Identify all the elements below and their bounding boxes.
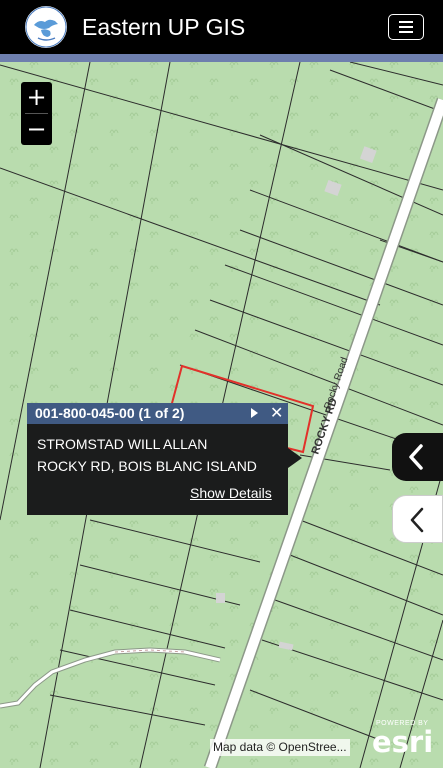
hamburger-menu-button[interactable] — [388, 14, 424, 40]
chevron-left-icon — [409, 444, 423, 470]
building-footprint — [216, 593, 225, 603]
menu-bar — [399, 21, 413, 23]
app-header: Eastern UP GIS — [0, 0, 443, 54]
zoom-control: + − — [21, 82, 52, 145]
zoom-out-button[interactable]: − — [21, 114, 52, 145]
panel-toggle-dark[interactable] — [392, 433, 443, 481]
esri-logo: POWERED BY esri — [372, 719, 434, 759]
regional-seal-logo — [25, 6, 67, 48]
owner-name: STROMSTAD WILL ALLAN — [37, 436, 208, 452]
popup-title: 001-800-045-00 (1 of 2) — [35, 405, 185, 421]
header-divider — [0, 54, 443, 62]
map-attribution[interactable]: Map data © OpenStree... — [210, 739, 350, 756]
zoom-in-button[interactable]: + — [21, 82, 52, 113]
next-feature-icon[interactable] — [251, 408, 258, 418]
menu-bar — [399, 26, 413, 28]
close-icon[interactable]: ✕ — [270, 403, 283, 422]
esri-brand-text: esri — [372, 725, 434, 759]
popup-pointer — [288, 448, 302, 468]
app-title: Eastern UP GIS — [82, 14, 246, 40]
parcel-address: ROCKY RD, BOIS BLANC ISLAND — [37, 458, 257, 474]
show-details-link[interactable]: Show Details — [190, 485, 272, 501]
chevron-left-icon — [410, 507, 424, 533]
popup-header: 001-800-045-00 (1 of 2) ✕ — [27, 403, 288, 424]
menu-bar — [399, 31, 413, 33]
panel-toggle-light[interactable] — [392, 495, 443, 543]
parcel-popup: 001-800-045-00 (1 of 2) ✕ STROMSTAD WILL… — [27, 403, 288, 515]
